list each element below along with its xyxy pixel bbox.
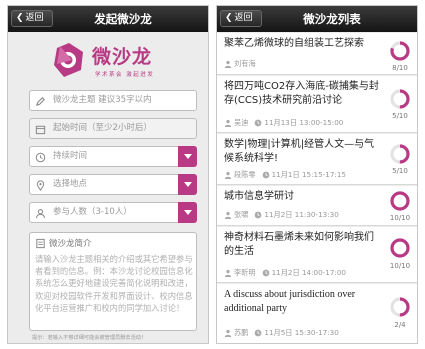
hint-text: 提示：若输入不够详细可能会被管理员删去活动！ bbox=[32, 335, 147, 341]
salon-time: 11月5日 15:30-17:30 bbox=[264, 328, 339, 337]
list-item[interactable]: 将四万吨CO2存入海底-碳捕集与封存(CCS)技术研究前沿讨论 吴迪 11月13日… bbox=[217, 76, 417, 133]
duration-placeholder: 持续时间 bbox=[53, 151, 88, 161]
salon-organizer: 吴迪 bbox=[234, 118, 249, 127]
salon-time: 11月13日 13:00-15:00 bbox=[264, 118, 344, 127]
salon-organizer: 李昕明 bbox=[234, 268, 256, 277]
salon-meta: 刘有海 bbox=[224, 59, 256, 69]
chevron-down-icon[interactable] bbox=[178, 174, 197, 195]
salon-time: 11月1日 15:15-17:15 bbox=[271, 170, 346, 179]
salon-time: 11月2日 14:00-17:00 bbox=[271, 268, 346, 277]
salon-meta: 李昕明 11月2日 14:00-17:00 bbox=[224, 268, 346, 278]
description-placeholder: 请输入沙龙主题相关的介绍或其它希望参与者看到的信息。例：本沙龙讨论校园信息化系统… bbox=[35, 254, 193, 313]
location-select[interactable]: 选择地点 bbox=[29, 174, 197, 195]
page-title: 微沙龙列表 bbox=[303, 12, 361, 26]
chevron-down-icon[interactable] bbox=[178, 202, 197, 223]
salon-title: 神奇材料石墨烯未来如何影响我们的生活 bbox=[224, 232, 374, 257]
user-icon bbox=[224, 269, 232, 277]
user-icon bbox=[224, 329, 232, 337]
salon-logo-icon bbox=[54, 43, 83, 77]
back-label: 返回 bbox=[25, 13, 44, 23]
salon-meta: 段陈零 11月1日 15:15-17:15 bbox=[224, 170, 346, 180]
page-title: 发起微沙龙 bbox=[94, 12, 152, 26]
description-heading: 微沙龙简介 bbox=[35, 237, 92, 249]
salon-title: 城市信息学研讨 bbox=[224, 191, 294, 202]
salon-organizer: 苏鹏 bbox=[234, 328, 249, 337]
salon-organizer: 刘有海 bbox=[234, 59, 256, 68]
back-button[interactable]: ❮ 返回 bbox=[11, 10, 53, 27]
chevron-down-icon[interactable] bbox=[178, 146, 197, 167]
start-time-placeholder: 起始时间（至少2小时后） bbox=[53, 123, 152, 133]
logo-subtitle: 学术茶会 激起迸发 bbox=[95, 72, 155, 78]
list-item[interactable]: 神奇材料石墨烯未来如何影响我们的生活 李昕明 11月2日 14:00-17:00 … bbox=[217, 227, 417, 283]
list-item[interactable]: A discuss about jurisdiction over additi… bbox=[217, 284, 417, 343]
signup-ratio: 2/4 bbox=[394, 321, 406, 329]
salon-title: 将四万吨CO2存入海底-碳捕集与封存(CCS)技术研究前沿讨论 bbox=[224, 81, 379, 106]
people-icon bbox=[35, 209, 46, 219]
salon-organizer: 张啸 bbox=[234, 210, 249, 219]
clock-icon bbox=[262, 269, 269, 277]
calendar-icon bbox=[35, 125, 46, 135]
progress-ring bbox=[390, 191, 410, 211]
chevron-left-icon: ❮ bbox=[16, 13, 24, 23]
list-item[interactable]: 聚苯乙烯微球的自组装工艺探索 刘有海 8/10 bbox=[217, 33, 417, 75]
logo-title: 微沙龙 bbox=[92, 46, 153, 68]
salon-title: 聚苯乙烯微球的自组装工艺探索 bbox=[224, 38, 364, 49]
chevron-left-icon: ❮ bbox=[225, 13, 233, 23]
salon-time: 11月2日 11:30-13:30 bbox=[264, 210, 339, 219]
list-item[interactable]: 城市信息学研讨 张啸 11月2日 11:30-13:30 10/10 bbox=[217, 186, 417, 226]
signup-ratio: 10/10 bbox=[389, 262, 411, 270]
clock-icon bbox=[255, 329, 262, 337]
progress-ring bbox=[390, 144, 410, 164]
topic-placeholder: 微沙龙主题 建议35字以内 bbox=[53, 95, 152, 105]
description-heading-label: 微沙龙简介 bbox=[49, 239, 92, 249]
salon-title: 数学|物理|计算机|经管人文—与气候系统科学! bbox=[224, 139, 375, 164]
salon-meta: 张啸 11月2日 11:30-13:30 bbox=[224, 210, 339, 220]
signup-ratio: 8/10 bbox=[392, 64, 408, 72]
document-icon bbox=[36, 238, 45, 249]
clock-icon bbox=[35, 152, 46, 163]
progress-ring bbox=[390, 297, 410, 317]
top-bar: ❮ 返回 微沙龙列表 bbox=[217, 6, 417, 32]
start-time-input[interactable]: 起始时间（至少2小时后） bbox=[29, 118, 197, 139]
pencil-icon bbox=[35, 97, 45, 107]
salon-list-screen: ❮ 返回 微沙龙列表 聚苯乙烯微球的自组装工艺探索 刘有海 8/10 将四万吨CO… bbox=[216, 5, 418, 344]
location-placeholder: 选择地点 bbox=[53, 179, 88, 189]
duration-select[interactable]: 持续时间 bbox=[29, 146, 197, 167]
user-icon bbox=[224, 171, 232, 179]
salon-title: A discuss about jurisdiction over additi… bbox=[224, 289, 356, 314]
logo: 微沙龙 学术茶会 激起迸发 bbox=[50, 40, 180, 86]
clock-icon bbox=[255, 211, 262, 219]
user-icon bbox=[224, 60, 232, 68]
progress-ring bbox=[390, 41, 410, 61]
user-icon bbox=[224, 119, 232, 127]
description-textarea[interactable]: 微沙龙简介 请输入沙龙主题相关的介绍或其它希望参与者看到的信息。例：本沙龙讨论校… bbox=[29, 232, 197, 331]
progress-ring bbox=[390, 89, 410, 109]
participants-placeholder: 参与人数（3-10人） bbox=[53, 207, 132, 217]
user-icon bbox=[224, 211, 232, 219]
clock-icon bbox=[255, 119, 262, 127]
back-button[interactable]: ❮ 返回 bbox=[220, 10, 262, 27]
signup-ratio: 10/10 bbox=[389, 214, 411, 222]
progress-ring bbox=[390, 238, 410, 258]
salon-meta: 吴迪 11月13日 13:00-15:00 bbox=[224, 118, 343, 128]
list-item[interactable]: 数学|物理|计算机|经管人文—与气候系统科学! 段陈零 11月1日 15:15-1… bbox=[217, 134, 417, 185]
create-salon-screen: ❮ 返回 发起微沙龙 微沙龙 学术茶会 激起迸发 微沙龙主题 建议35字以内 起始… bbox=[7, 5, 209, 344]
back-label: 返回 bbox=[234, 13, 253, 23]
participants-select[interactable]: 参与人数（3-10人） bbox=[29, 202, 197, 223]
location-pin-icon bbox=[36, 180, 45, 191]
signup-ratio: 5/10 bbox=[392, 112, 408, 120]
signup-ratio: 5/10 bbox=[392, 167, 408, 175]
salon-meta: 苏鹏 11月5日 15:30-17:30 bbox=[224, 328, 339, 338]
salon-organizer: 段陈零 bbox=[234, 170, 256, 179]
clock-icon bbox=[262, 171, 269, 179]
top-bar: ❮ 返回 发起微沙龙 bbox=[8, 6, 208, 32]
topic-input[interactable]: 微沙龙主题 建议35字以内 bbox=[29, 90, 197, 111]
